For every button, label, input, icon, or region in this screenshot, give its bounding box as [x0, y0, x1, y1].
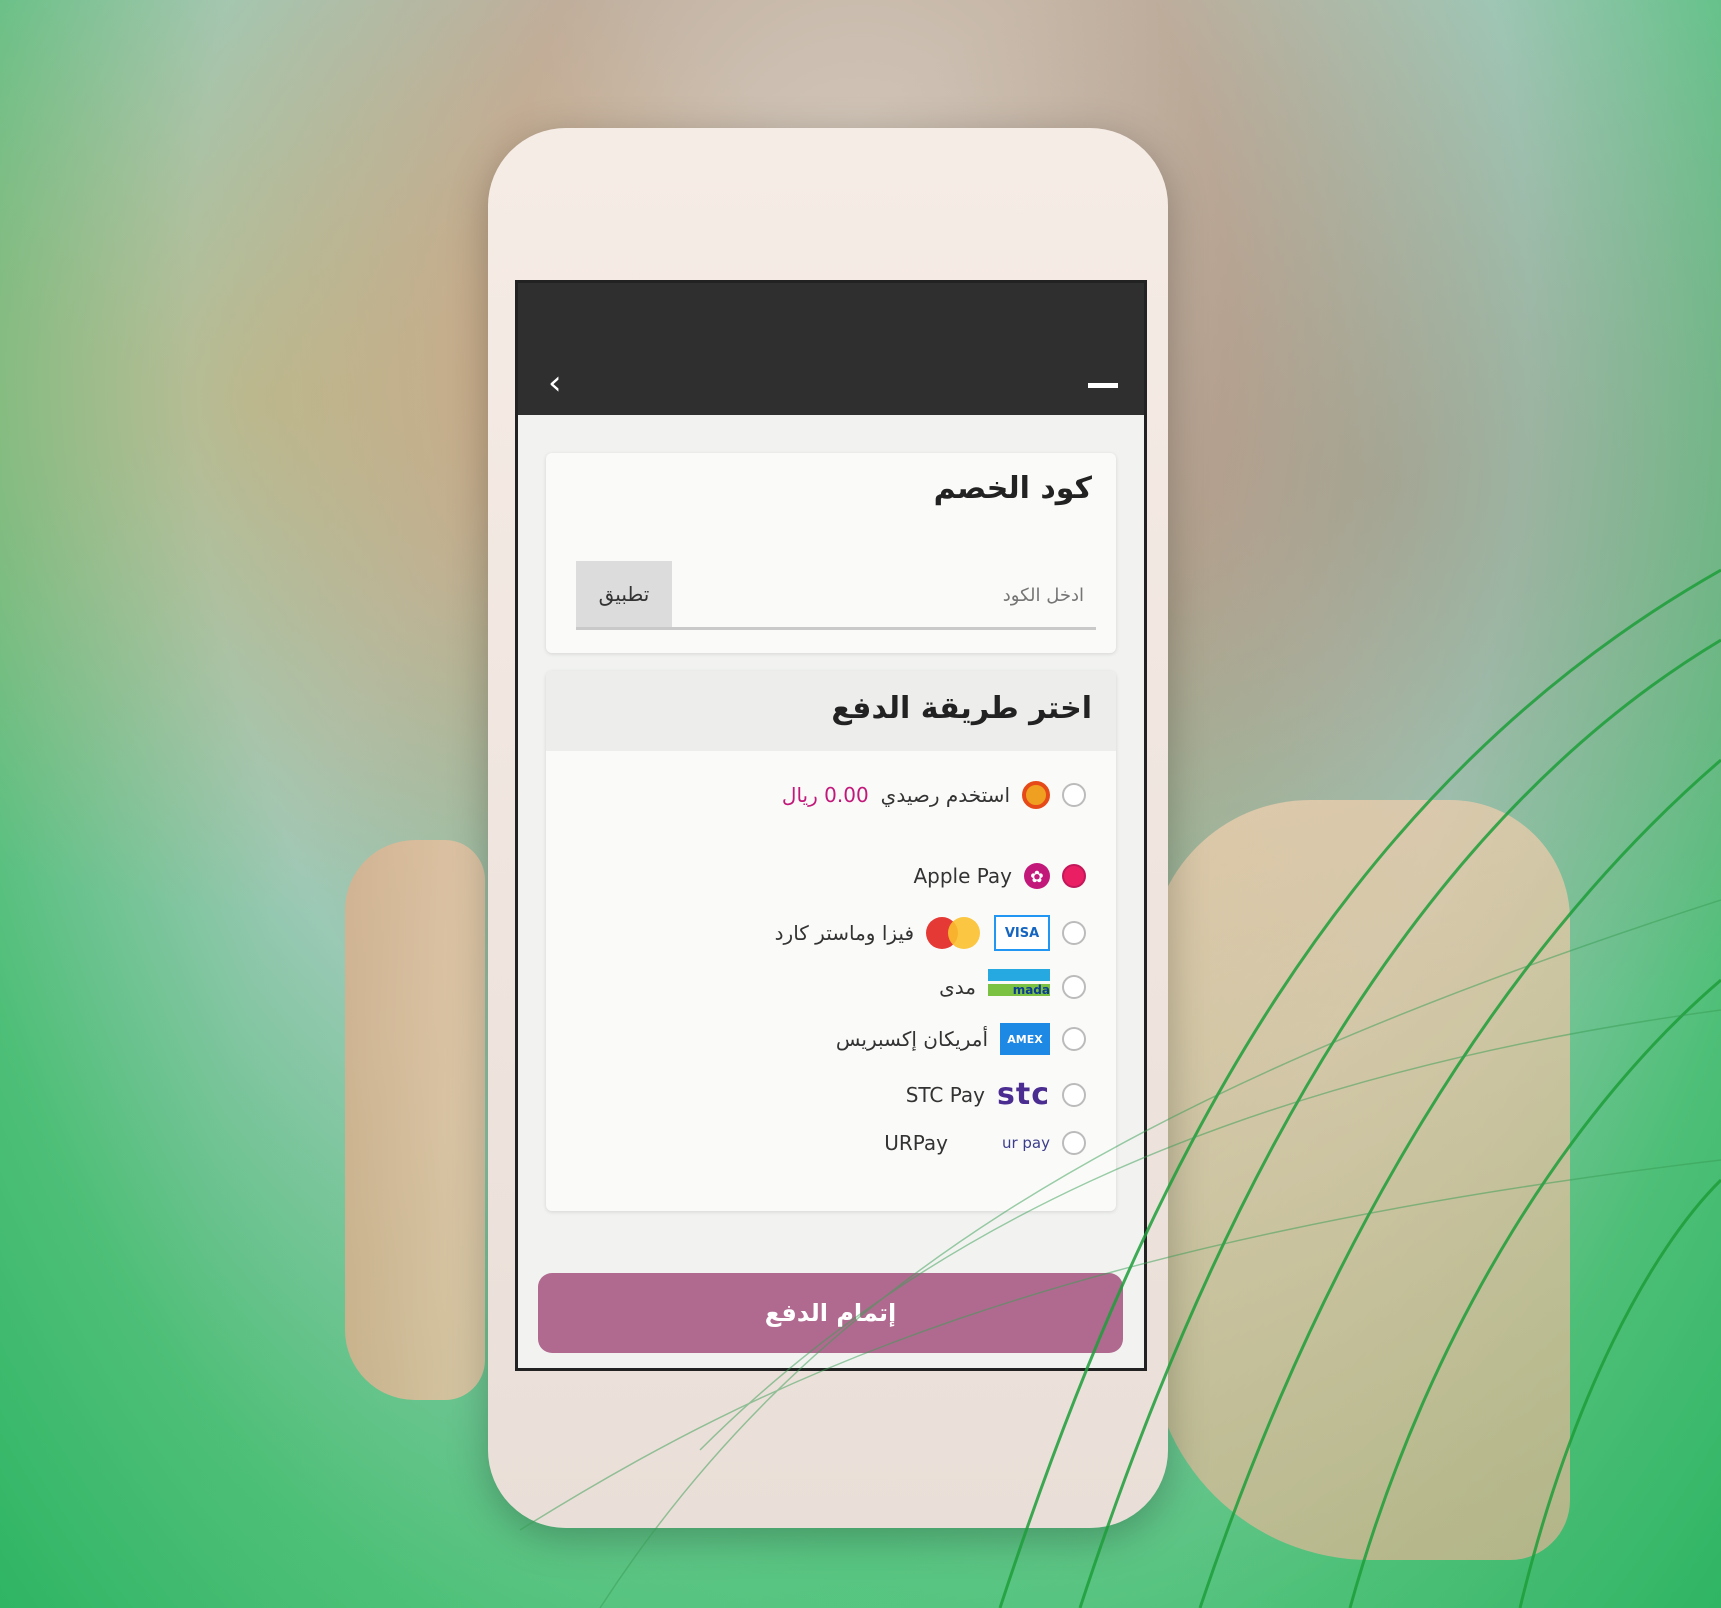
apple-pay-icon: ✿ — [1024, 863, 1050, 889]
method-visa-mastercard[interactable]: VISA فيزا وماستر كارد — [775, 915, 1086, 951]
radio-button[interactable] — [1062, 783, 1086, 807]
method-stc-pay[interactable]: stc STC Pay — [906, 1077, 1086, 1112]
apply-promo-button[interactable]: تطبيق — [576, 561, 672, 627]
radio-button[interactable] — [1062, 1131, 1086, 1155]
payment-methods-card: اختر طريقة الدفع استخدم رصيدي 0.00 ريال … — [546, 671, 1116, 1211]
radio-button[interactable] — [1062, 975, 1086, 999]
promo-title: كود الخصم — [933, 471, 1092, 506]
method-label: STC Pay — [905, 1082, 986, 1107]
chevron-left-icon[interactable]: ‹ — [548, 363, 562, 403]
pay-button[interactable]: إتمام الدفع — [538, 1273, 1123, 1353]
payment-methods-title: اختر طريقة الدفع — [831, 691, 1092, 726]
radio-button-selected[interactable] — [1062, 864, 1086, 888]
method-label: أمريكان إكسبريس — [835, 1027, 988, 1051]
urpay-icon: ur pay — [1001, 1134, 1050, 1152]
method-label: Apple Pay — [913, 864, 1012, 888]
radio-button[interactable] — [1062, 1027, 1086, 1051]
radio-button[interactable] — [1062, 1082, 1086, 1107]
mada-icon: mada — [988, 969, 1050, 1005]
visa-icon: VISA — [994, 915, 1050, 951]
method-mada[interactable]: mada مدى — [939, 969, 1086, 1005]
promo-row: تطبيق — [576, 561, 1096, 630]
method-label: فيزا وماستر كارد — [774, 921, 914, 945]
method-label: URPay — [884, 1131, 948, 1155]
hand — [1150, 800, 1570, 1560]
nav-bar: ‹ — [518, 355, 1144, 415]
radio-button[interactable] — [1062, 921, 1086, 945]
hand-fingers — [345, 840, 485, 1400]
phone-screen: ‹ كود الخصم تطبيق اختر طريقة الدفع استخد… — [515, 280, 1147, 1371]
method-urpay[interactable]: ur pay URPay — [884, 1131, 1086, 1155]
status-bar — [518, 283, 1144, 355]
promo-code-card: كود الخصم تطبيق — [546, 453, 1116, 653]
promo-code-input[interactable] — [686, 575, 1086, 615]
method-apple-pay[interactable]: ✿ Apple Pay — [913, 863, 1086, 889]
wallet-icon — [1022, 781, 1050, 809]
method-wallet[interactable]: استخدم رصيدي 0.00 ريال — [782, 781, 1086, 809]
mastercard-icon — [926, 917, 982, 949]
stc-pay-icon: stc — [997, 1077, 1050, 1112]
menu-icon[interactable] — [1088, 383, 1118, 388]
method-label: مدى — [939, 975, 976, 999]
wallet-balance: 0.00 ريال — [781, 783, 869, 807]
method-amex[interactable]: AMEX أمريكان إكسبريس — [836, 1023, 1086, 1055]
amex-icon: AMEX — [1000, 1023, 1050, 1055]
method-label: استخدم رصيدي — [880, 783, 1010, 807]
